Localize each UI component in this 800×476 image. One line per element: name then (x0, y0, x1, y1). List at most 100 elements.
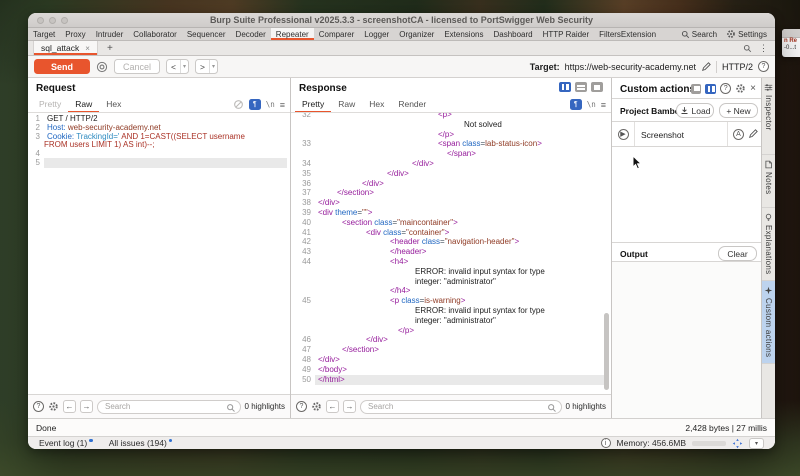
settings-menu-item[interactable]: Settings (726, 29, 767, 39)
code-line[interactable]: 41<div class="container"> (291, 228, 611, 238)
code-line[interactable]: 35</div> (291, 169, 611, 179)
menu-tab-extensions[interactable]: Extensions (439, 28, 488, 40)
code-line[interactable]: 44<h4> (291, 257, 611, 267)
background-window-peek[interactable]: n Re -0...t (782, 29, 800, 57)
newline-glyph-label[interactable]: \n (587, 100, 596, 109)
editor-tab-raw[interactable]: Raw (68, 97, 99, 113)
request-code[interactable]: 1GET / HTTP/22Host: web-security-academy… (28, 113, 290, 394)
overflow-menu-icon[interactable]: ⋮ (759, 43, 768, 54)
history-back-button[interactable]: < ▾ (166, 59, 189, 74)
session-tab-sql-attack[interactable]: sql_attack × (33, 41, 98, 55)
code-line[interactable]: 43</header> (291, 247, 611, 257)
code-line[interactable]: </span> (291, 149, 611, 159)
event-log-button[interactable]: Event log (1) (39, 438, 93, 448)
code-line[interactable]: 37</section> (291, 188, 611, 198)
cancel-button[interactable]: Cancel (114, 59, 160, 74)
search-next-button[interactable]: → (343, 400, 356, 413)
code-line[interactable]: 48</div> (291, 355, 611, 365)
layout-single-icon[interactable] (591, 82, 603, 92)
run-bambda-play-icon[interactable]: ▶ (618, 129, 629, 140)
code-line[interactable]: 33<span class=lab-status-icon> (291, 139, 611, 149)
send-settings-gear-icon[interactable] (96, 61, 108, 73)
editor-menu-icon[interactable]: ≡ (280, 100, 285, 110)
code-line[interactable]: 38</div> (291, 198, 611, 208)
close-window-button[interactable] (37, 17, 44, 24)
send-button[interactable]: Send (34, 59, 90, 74)
menu-tab-filtersextension[interactable]: FiltersExtension (594, 28, 661, 40)
editor-tab-hex[interactable]: Hex (362, 97, 391, 113)
response-search-input[interactable]: Search (360, 400, 562, 414)
menu-tab-sequencer[interactable]: Sequencer (182, 28, 231, 40)
search-help-icon[interactable]: ? (296, 401, 307, 412)
search-prev-button[interactable]: ← (63, 400, 76, 413)
code-line[interactable]: integer: "administrator" (291, 316, 611, 326)
code-line[interactable]: 46</div> (291, 335, 611, 345)
code-line[interactable]: 40<section class="maincontainer"> (291, 218, 611, 228)
code-line[interactable]: ERROR: invalid input syntax for type (291, 306, 611, 316)
search-prev-button[interactable]: ← (326, 400, 339, 413)
new-button[interactable]: + New (719, 103, 758, 118)
newline-toggle-icon[interactable]: ¶ (570, 99, 582, 110)
sidebar-tab-inspector[interactable]: Inspector (762, 78, 775, 155)
forward-dropdown-caret[interactable]: ▾ (209, 60, 217, 73)
code-line[interactable]: ERROR: invalid input syntax for type (291, 267, 611, 277)
menu-tab-http-raider[interactable]: HTTP Raider (538, 28, 595, 40)
history-forward-button[interactable]: > ▾ (195, 59, 218, 74)
all-issues-button[interactable]: All issues (194) (109, 438, 173, 448)
code-line[interactable]: 34</div> (291, 159, 611, 169)
protocol-help-icon[interactable]: ? (758, 61, 769, 72)
bambda-item-row[interactable]: ▶ Screenshot A (612, 122, 761, 147)
menu-tab-intruder[interactable]: Intruder (91, 28, 129, 40)
code-line[interactable]: 45<p class=is-warning> (291, 296, 611, 306)
help-icon[interactable]: ? (720, 83, 731, 94)
menu-tab-repeater[interactable]: Repeater (271, 28, 314, 40)
minimize-window-button[interactable] (49, 17, 56, 24)
code-line[interactable]: </p> (291, 130, 611, 140)
menu-tab-dashboard[interactable]: Dashboard (488, 28, 537, 40)
editor-tab-hex[interactable]: Hex (99, 97, 128, 113)
layout-rows-icon[interactable] (575, 82, 587, 92)
search-menu-item[interactable]: Search (681, 30, 717, 39)
info-icon[interactable]: i (601, 438, 611, 448)
sidebar-tab-explanations[interactable]: Explanations (762, 208, 775, 281)
code-line[interactable]: 39<div theme=""> (291, 208, 611, 218)
response-scrollbar-thumb[interactable] (604, 313, 609, 390)
close-tab-icon[interactable]: × (85, 44, 90, 53)
code-line[interactable]: 47</section> (291, 345, 611, 355)
code-line[interactable]: 49</body> (291, 365, 611, 375)
menu-tab-organizer[interactable]: Organizer (394, 28, 439, 40)
menu-tab-collaborator[interactable]: Collaborator (128, 28, 182, 40)
code-line[interactable]: </p> (291, 326, 611, 336)
request-search-input[interactable]: Search (97, 400, 241, 414)
close-panel-icon[interactable]: × (750, 83, 756, 94)
editor-menu-icon[interactable]: ≡ (601, 100, 606, 110)
gear-icon[interactable] (735, 83, 746, 94)
search-settings-gear-icon[interactable] (48, 401, 59, 412)
menu-tab-proxy[interactable]: Proxy (60, 28, 90, 40)
response-code[interactable]: 32<p>Not solved</p>33<span class=lab-sta… (291, 113, 611, 394)
code-line[interactable]: 36</div> (291, 179, 611, 189)
code-line[interactable]: integer: "administrator" (291, 277, 611, 287)
layout-columns-icon[interactable] (559, 82, 571, 92)
sidebar-tab-custom-actions[interactable]: Custom actions (762, 281, 775, 364)
search-next-button[interactable]: → (80, 400, 93, 413)
back-dropdown-caret[interactable]: ▾ (180, 60, 188, 73)
code-line[interactable]: Not solved (291, 120, 611, 130)
editor-tab-raw[interactable]: Raw (331, 97, 362, 113)
menu-tab-comparer[interactable]: Comparer (314, 28, 360, 40)
chevron-down-icon[interactable]: ▾ (749, 438, 764, 449)
editor-tab-pretty[interactable]: Pretty (32, 97, 68, 113)
editor-tab-render[interactable]: Render (391, 97, 433, 113)
new-session-tab-button[interactable]: + (98, 41, 122, 55)
code-line[interactable]: </h4> (291, 286, 611, 296)
code-line[interactable]: 5 (28, 158, 290, 168)
sidebar-tab-notes[interactable]: Notes (762, 155, 775, 208)
panel-layout-icon[interactable] (691, 84, 701, 94)
newline-toggle-icon[interactable]: ¶ (249, 99, 261, 110)
zoom-window-button[interactable] (61, 17, 68, 24)
menu-tab-decoder[interactable]: Decoder (231, 28, 271, 40)
burp-ai-icon[interactable] (732, 438, 743, 449)
clear-button[interactable]: Clear (718, 246, 757, 261)
panel-layout-selected-icon[interactable] (705, 84, 716, 94)
editor-tab-pretty[interactable]: Pretty (295, 97, 331, 113)
